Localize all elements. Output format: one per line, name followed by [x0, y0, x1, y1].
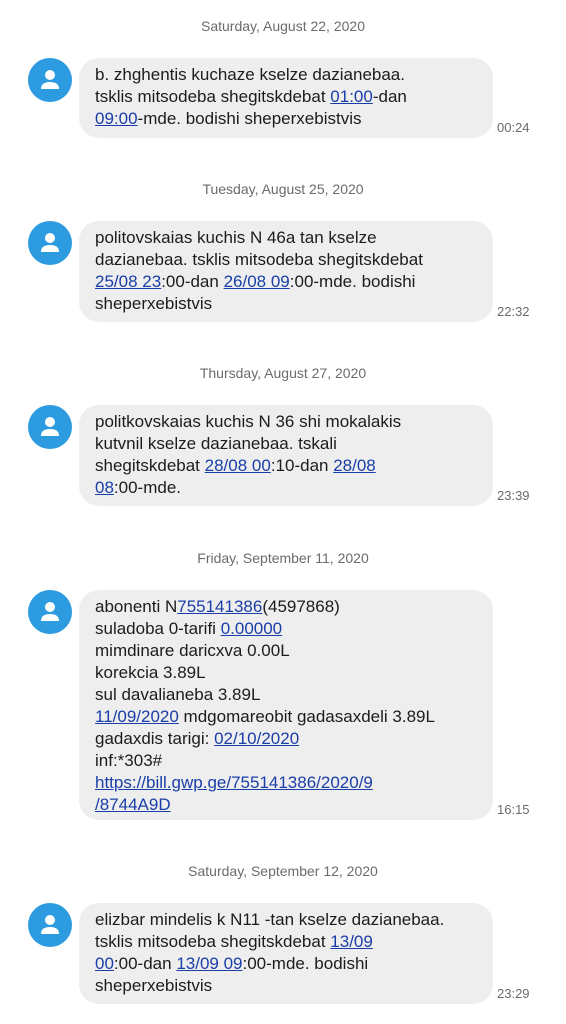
message-link[interactable]: 25/08 23 — [95, 272, 161, 291]
message-line: kutvnil kselze dazianebaa. tskali — [95, 433, 479, 455]
message-text: tsklis mitsodeba shegitskdebat — [95, 87, 331, 106]
message-line: 11/09/2020 mdgomareobit gadasaxdeli 3.89… — [95, 706, 479, 728]
message-text: sul davalianeba 3.89L — [95, 685, 261, 704]
message-line: politovskaias kuchis N 46a tan kselze — [95, 227, 479, 249]
message-line: sul davalianeba 3.89L — [95, 684, 479, 706]
message-link[interactable]: 0.00000 — [221, 619, 282, 638]
person-icon — [41, 602, 59, 621]
message-link[interactable]: 11/09/2020 — [95, 707, 179, 726]
contact-avatar[interactable] — [28, 58, 72, 102]
date-separator: Friday, September 11, 2020 — [197, 550, 369, 566]
message-text: shegitskdebat — [95, 456, 205, 475]
message-line: 08:00-mde. — [95, 477, 479, 499]
message-text: b. zhghentis kuchaze kselze dazianebaa. — [95, 65, 405, 84]
message-link[interactable]: 28/08 00 — [205, 456, 271, 475]
message-text: gadaxdis tarigi: — [95, 729, 215, 748]
contact-avatar[interactable] — [28, 903, 72, 947]
message-line: suladoba 0-tarifi 0.00000 — [95, 618, 479, 640]
message-line: sheperxebistvis — [95, 975, 479, 997]
message-line: inf:*303# — [95, 750, 479, 772]
message-text: mimdinare daricxva 0.00L — [95, 641, 290, 660]
message-link[interactable]: 02/10/2020 — [214, 729, 299, 748]
message-line: 25/08 23:00-dan 26/08 09:00-mde. bodishi — [95, 271, 479, 293]
message-line: 09:00-mde. bodishi sheperxebistvis — [95, 108, 479, 130]
message-time: 00:24 — [497, 120, 530, 135]
date-separator: Tuesday, August 25, 2020 — [202, 181, 364, 197]
message-text: korekcia 3.89L — [95, 663, 206, 682]
message-text: elizbar mindelis k N11 -tan kselze dazia… — [95, 910, 445, 929]
message-text: sheperxebistvis — [95, 976, 213, 995]
date-separator: Saturday, September 12, 2020 — [188, 863, 378, 879]
message-link[interactable]: 01:00 — [330, 87, 373, 106]
message-line: elizbar mindelis k N11 -tan kselze dazia… — [95, 909, 479, 931]
message-time: 23:29 — [497, 986, 530, 1001]
message-line: abonenti N755141386(4597868) — [95, 596, 479, 618]
date-separator: Thursday, August 27, 2020 — [199, 365, 367, 381]
message-line: sheperxebistvis — [95, 293, 479, 315]
message-link[interactable]: 13/09 09 — [176, 954, 242, 973]
message-line: tsklis mitsodeba shegitskdebat 13/09 — [95, 931, 479, 953]
message-text: politkovskaias kuchis N 36 shi mokalakis — [95, 412, 402, 431]
message-line: shegitskdebat 28/08 00:10-dan 28/08 — [95, 455, 479, 477]
message-link[interactable]: 09:00 — [95, 109, 138, 128]
message-bubble[interactable]: b. zhghentis kuchaze kselze dazianebaa. t… — [79, 58, 493, 138]
message-text: mdgomareobit gadasaxdeli 3.89L — [178, 707, 435, 726]
message-text: (4597868) — [262, 597, 340, 616]
message-link[interactable]: https://bill.gwp.ge/755141386/2020/9 — [95, 773, 373, 792]
message-line: https://bill.gwp.ge/755141386/2020/9 — [95, 772, 479, 794]
message-line: tsklis mitsodeba shegitskdebat 01:00-dan — [95, 86, 479, 108]
message-line: dazianebaa. tsklis mitsodeba shegitskdeb… — [95, 249, 479, 271]
message-bubble[interactable]: elizbar mindelis k N11 -tan kselze dazia… — [79, 903, 493, 1004]
message-text: :00-mde. — [113, 478, 182, 497]
message-text: :00-mde. bodishi — [289, 272, 416, 291]
message-text: -mde. bodishi sheperxebistvis — [137, 109, 362, 128]
contact-avatar[interactable] — [28, 221, 72, 265]
message-bubble[interactable]: politkovskaias kuchis N 36 shi mokalakis… — [79, 405, 493, 506]
message-link[interactable]: 13/09 — [330, 932, 373, 951]
date-separator: Saturday, August 22, 2020 — [201, 18, 365, 34]
message-text: dazianebaa. tsklis mitsodeba shegitskdeb… — [95, 250, 423, 269]
message-line: 00:00-dan 13/09 09:00-mde. bodishi — [95, 953, 479, 975]
contact-avatar[interactable] — [28, 590, 72, 634]
message-text: :00-dan — [113, 954, 177, 973]
message-text: :00-mde. bodishi — [242, 954, 369, 973]
message-line: politkovskaias kuchis N 36 shi mokalakis — [95, 411, 479, 433]
contact-avatar[interactable] — [28, 405, 72, 449]
message-bubble[interactable]: abonenti N755141386(4597868) suladoba 0-t… — [79, 590, 493, 820]
message-text: :10-dan — [270, 456, 334, 475]
message-line: /8744A9D — [95, 794, 479, 816]
message-time: 22:32 — [497, 304, 530, 319]
message-text: politovskaias kuchis N 46a tan kselze — [95, 228, 377, 247]
message-link[interactable]: 00 — [95, 954, 114, 973]
message-text: suladoba 0-tarifi — [95, 619, 221, 638]
message-text: kutvnil kselze dazianebaa. tskali — [95, 434, 337, 453]
message-text: tsklis mitsodeba shegitskdebat — [95, 932, 331, 951]
message-line: korekcia 3.89L — [95, 662, 479, 684]
message-line: b. zhghentis kuchaze kselze dazianebaa. — [95, 64, 479, 86]
person-icon — [41, 915, 59, 934]
person-icon — [41, 233, 59, 252]
message-link[interactable]: 26/08 09 — [224, 272, 290, 291]
message-bubble[interactable]: politovskaias kuchis N 46a tan kselze daz… — [79, 221, 493, 322]
message-line: mimdinare daricxva 0.00L — [95, 640, 479, 662]
message-text: inf:*303# — [95, 751, 163, 770]
message-link[interactable]: 08 — [95, 478, 114, 497]
message-link[interactable]: 28/08 — [333, 456, 376, 475]
message-text: -dan — [372, 87, 407, 106]
message-line: gadaxdis tarigi: 02/10/2020 — [95, 728, 479, 750]
message-link[interactable]: 755141386 — [177, 597, 262, 616]
message-text: :00-dan — [161, 272, 224, 291]
message-time: 16:15 — [497, 802, 530, 817]
message-text: abonenti N — [95, 597, 178, 616]
message-link[interactable]: /8744A9D — [95, 795, 171, 814]
person-icon — [41, 417, 59, 436]
person-icon — [41, 70, 59, 89]
message-time: 23:39 — [497, 488, 530, 503]
message-text: sheperxebistvis — [95, 294, 213, 313]
